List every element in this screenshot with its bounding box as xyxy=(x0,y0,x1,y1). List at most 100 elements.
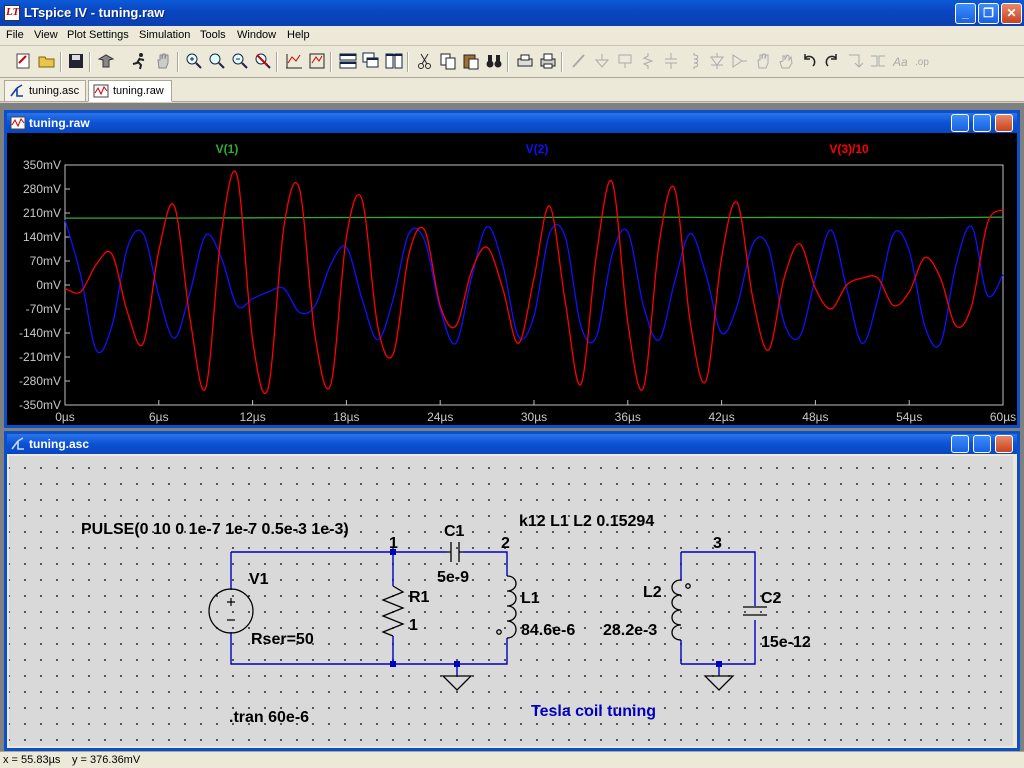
tran-directive[interactable]: .tran 60e-6 xyxy=(229,709,309,726)
schematic-drawing[interactable]: PULSE(0 10 0 1e-7 1e-7 0.5e-3 1e-3) k12 … xyxy=(9,456,1013,746)
capacitor-c2[interactable] xyxy=(743,606,767,616)
l2-label[interactable]: L2 xyxy=(643,584,662,601)
mirror-icon[interactable] xyxy=(868,51,888,71)
pulse-source-value[interactable]: PULSE(0 10 0 1e-7 1e-7 0.5e-3 1e-3) xyxy=(81,521,349,538)
cascade-windows-icon[interactable] xyxy=(361,51,381,71)
ground-icon[interactable] xyxy=(592,51,612,71)
menu-help[interactable]: Help xyxy=(287,29,310,41)
plot-pane-icon[interactable] xyxy=(307,51,327,71)
new-schematic-icon[interactable] xyxy=(14,51,34,71)
menu-plot-settings[interactable]: Plot Settings xyxy=(67,29,129,41)
node-label-3[interactable]: 3 xyxy=(713,535,722,552)
l2-value[interactable]: 28.2e-3 xyxy=(603,622,657,639)
l1-value[interactable]: 84.6e-6 xyxy=(521,622,575,639)
wire[interactable] xyxy=(681,551,756,606)
zoom-pan-icon[interactable] xyxy=(207,51,227,71)
save-icon[interactable] xyxy=(66,51,86,71)
rotate-icon[interactable] xyxy=(845,51,865,71)
find-binoculars-icon[interactable] xyxy=(484,51,504,71)
voltage-source-v1[interactable] xyxy=(208,588,254,634)
paste-icon[interactable] xyxy=(461,51,481,71)
menu-file[interactable]: File xyxy=(6,29,24,41)
inductor-icon[interactable] xyxy=(684,51,704,71)
wire[interactable] xyxy=(393,638,508,665)
resistor-r1[interactable] xyxy=(381,585,405,637)
trace-v-1-[interactable] xyxy=(64,216,1004,219)
c2-value[interactable]: 15e-12 xyxy=(761,634,811,651)
maximize-button[interactable]: ❐ xyxy=(978,3,999,24)
capacitor-c1[interactable] xyxy=(447,542,463,562)
tile-vertical-icon[interactable] xyxy=(384,51,404,71)
c1-label[interactable]: C1 xyxy=(444,523,465,540)
v1-label[interactable]: V1 xyxy=(249,571,269,588)
tab-tuning-raw[interactable]: tuning.raw xyxy=(88,80,172,102)
ground-symbol[interactable] xyxy=(441,675,473,691)
menu-simulation[interactable]: Simulation xyxy=(139,29,190,41)
node-label-1[interactable]: 1 xyxy=(389,535,398,552)
wire[interactable] xyxy=(463,551,508,576)
tab-tuning-asc[interactable]: tuning.asc xyxy=(4,80,86,102)
schematic-comment[interactable]: Tesla coil tuning xyxy=(531,703,656,720)
run-simulation-icon[interactable] xyxy=(129,51,149,71)
move-hand-icon[interactable] xyxy=(753,51,773,71)
schematic-close-button[interactable] xyxy=(995,435,1013,453)
c1-value[interactable]: 5e-9 xyxy=(437,569,469,586)
waveform-plot-area[interactable]: 350mV 280mV 210mV 140mV 70mV 0mV -70mV -140mV -2… xyxy=(7,133,1017,425)
waveform-window-titlebar[interactable]: tuning.raw xyxy=(7,113,1017,133)
trace-v-2-[interactable] xyxy=(64,219,1004,354)
menu-view[interactable]: View xyxy=(34,29,58,41)
waveform-maximize-button[interactable] xyxy=(973,114,991,132)
node-label-2[interactable]: 2 xyxy=(501,535,510,552)
r1-value[interactable]: 1 xyxy=(409,617,418,634)
spice-directive-icon[interactable]: .op xyxy=(914,51,934,71)
menu-tools[interactable]: Tools xyxy=(200,29,226,41)
trace-legend-label[interactable]: V(2) xyxy=(526,142,549,156)
trace-legend-label[interactable]: V(1) xyxy=(216,142,239,156)
copy-icon[interactable] xyxy=(438,51,458,71)
inductor-l1[interactable] xyxy=(496,575,517,639)
coupling-directive[interactable]: k12 L1 L2 0.15294 xyxy=(519,513,654,530)
waveform-chart[interactable]: 350mV 280mV 210mV 140mV 70mV 0mV -70mV -140mV -2… xyxy=(7,133,1017,425)
trace-v-3-10[interactable] xyxy=(64,170,1004,395)
rser-label[interactable]: Rser=50 xyxy=(251,631,314,648)
print-setup-icon[interactable] xyxy=(515,51,535,71)
ltspice-app-icon[interactable]: LT xyxy=(4,5,20,21)
trace-legend-label[interactable]: V(3)/10 xyxy=(829,142,869,156)
undo-icon[interactable] xyxy=(799,51,819,71)
ground-symbol[interactable] xyxy=(703,675,735,691)
zoom-full-icon[interactable] xyxy=(253,51,273,71)
l1-label[interactable]: L1 xyxy=(521,590,540,607)
r1-label[interactable]: R1 xyxy=(409,589,430,606)
component-icon[interactable] xyxy=(730,51,750,71)
zoom-out-icon[interactable] xyxy=(230,51,250,71)
print-icon[interactable] xyxy=(538,51,558,71)
c2-label[interactable]: C2 xyxy=(761,590,782,607)
resistor-icon[interactable] xyxy=(638,51,658,71)
wire[interactable] xyxy=(681,620,756,665)
app-titlebar[interactable]: LT LTspice IV - tuning.raw _ ❐ ✕ xyxy=(0,0,1024,26)
minimize-button[interactable]: _ xyxy=(955,3,976,24)
close-button[interactable]: ✕ xyxy=(1001,3,1022,24)
redo-icon[interactable] xyxy=(822,51,842,71)
menu-window[interactable]: Window xyxy=(237,29,276,41)
control-panel-icon[interactable] xyxy=(96,51,116,71)
draw-wire-icon[interactable] xyxy=(569,51,589,71)
zoom-in-icon[interactable] xyxy=(184,51,204,71)
diode-icon[interactable] xyxy=(707,51,727,71)
drag-hand-icon[interactable] xyxy=(776,51,796,71)
waveform-close-button[interactable] xyxy=(995,114,1013,132)
tile-horizontal-icon[interactable] xyxy=(338,51,358,71)
schematic-canvas[interactable]: PULSE(0 10 0 1e-7 1e-7 0.5e-3 1e-3) k12 … xyxy=(9,456,1013,746)
waveform-minimize-button[interactable] xyxy=(951,114,969,132)
halt-hand-icon[interactable] xyxy=(153,51,173,71)
schematic-maximize-button[interactable] xyxy=(973,435,991,453)
capacitor-icon[interactable] xyxy=(661,51,681,71)
inductor-l2[interactable] xyxy=(671,579,691,641)
schematic-window-titlebar[interactable]: tuning.asc xyxy=(7,434,1017,454)
open-folder-icon[interactable] xyxy=(37,51,57,71)
cut-icon[interactable] xyxy=(415,51,435,71)
label-net-icon[interactable] xyxy=(615,51,635,71)
autorange-icon[interactable] xyxy=(284,51,304,71)
schematic-minimize-button[interactable] xyxy=(951,435,969,453)
text-icon[interactable]: Aa xyxy=(891,51,911,71)
